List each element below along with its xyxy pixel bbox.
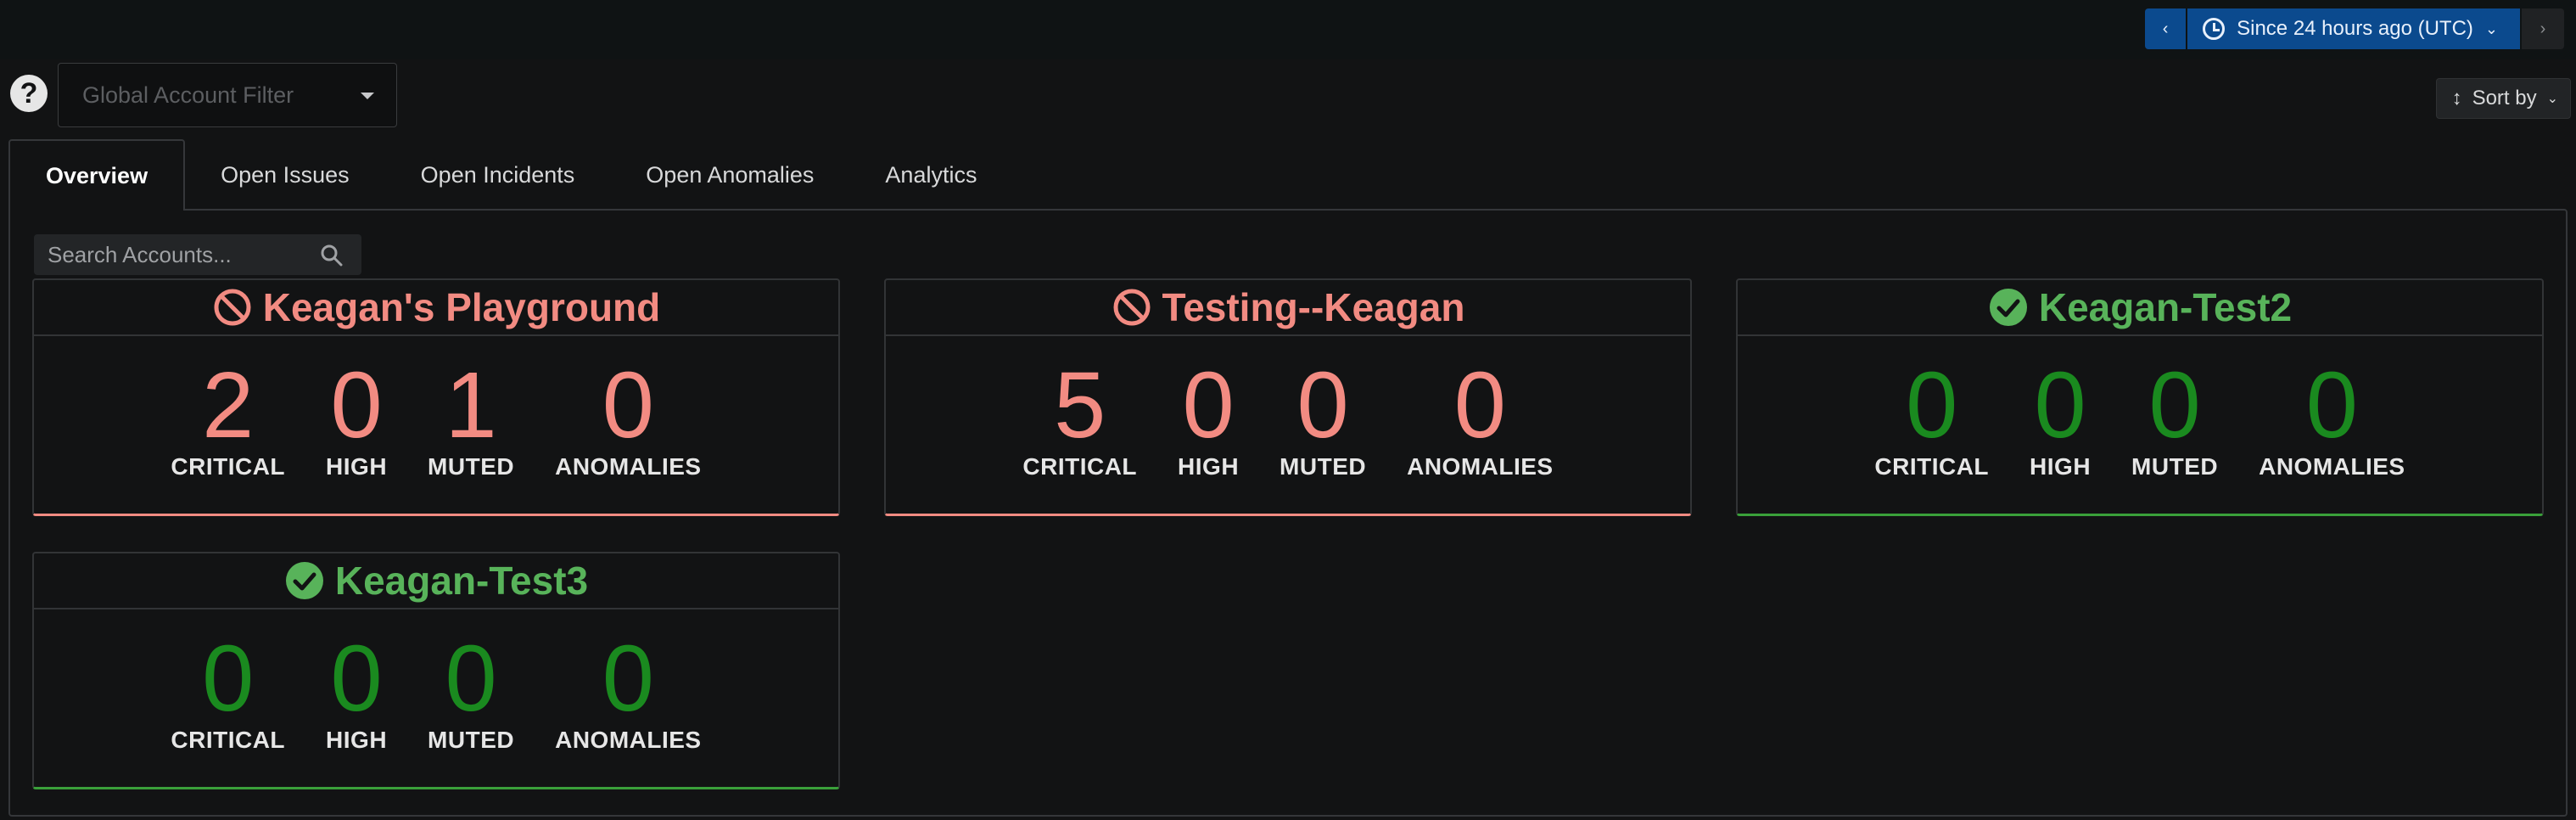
account-card[interactable]: Keagan-Test3 0 CRITICAL 0 HIGH 0 MUTED 0 ANO…: [32, 552, 840, 789]
tab-open-incidents[interactable]: Open Incidents: [385, 139, 611, 211]
account-card-title: Keagan-Test2: [1738, 280, 2542, 336]
tab-bar: Overview Open Issues Open Incidents Open…: [8, 139, 1012, 211]
time-range-picker: ‹ Since 24 hours ago (UTC) ⌄ ›: [2145, 8, 2564, 49]
stat-anomalies: 0 ANOMALIES: [555, 626, 702, 754]
time-range-label: Since 24 hours ago (UTC): [2237, 17, 2473, 40]
stat-high: 0 HIGH: [1178, 353, 1240, 480]
tab-open-anomalies[interactable]: Open Anomalies: [610, 139, 849, 211]
account-name: Keagan-Test2: [2038, 285, 2293, 329]
time-next-button[interactable]: ›: [2522, 8, 2564, 49]
account-name: Keagan-Test3: [334, 559, 589, 603]
stat-high: 0 HIGH: [2030, 353, 2092, 480]
tab-analytics[interactable]: Analytics: [849, 139, 1012, 211]
stat-critical: 0 CRITICAL: [171, 626, 286, 754]
stat-critical: 5 CRITICAL: [1022, 353, 1138, 480]
stat-muted: 0 MUTED: [428, 626, 515, 754]
blocked-icon: [214, 289, 251, 326]
clock-icon: [2203, 18, 2226, 40]
stat-anomalies: 0 ANOMALIES: [2259, 353, 2405, 480]
stat-high: 0 HIGH: [326, 353, 388, 480]
account-card-title: Keagan-Test3: [34, 553, 838, 609]
chevron-down-icon: ⌄: [2484, 20, 2498, 37]
account-name: Testing--Keagan: [1162, 285, 1465, 329]
chevron-down-icon: ⌄: [2546, 92, 2558, 106]
stat-critical: 0 CRITICAL: [1874, 353, 1990, 480]
check-circle-icon: [285, 562, 323, 599]
stat-muted: 0 MUTED: [1280, 353, 1367, 480]
search-accounts[interactable]: [34, 234, 361, 275]
blocked-icon: [1113, 289, 1151, 326]
account-card-title: Keagan's Playground: [34, 280, 838, 336]
account-name: Keagan's Playground: [262, 285, 661, 329]
tab-overview[interactable]: Overview: [8, 139, 186, 211]
search-icon[interactable]: [321, 244, 343, 267]
top-bar: ‹ Since 24 hours ago (UTC) ⌄ ›: [0, 0, 2576, 59]
chevron-left-icon: ‹: [2162, 19, 2169, 38]
stat-anomalies: 0 ANOMALIES: [1407, 353, 1554, 480]
account-card[interactable]: Testing--Keagan 5 CRITICAL 0 HIGH 0 MUTED 0…: [884, 278, 1692, 516]
time-prev-button[interactable]: ‹: [2145, 8, 2187, 49]
caret-down-icon[interactable]: [361, 93, 374, 99]
account-card-title: Testing--Keagan: [886, 280, 1690, 336]
sort-by-label: Sort by: [2472, 87, 2537, 110]
search-input[interactable]: [48, 241, 319, 268]
stat-anomalies: 0 ANOMALIES: [555, 353, 702, 480]
tab-open-issues[interactable]: Open Issues: [185, 139, 385, 211]
time-range-button[interactable]: Since 24 hours ago (UTC) ⌄: [2187, 8, 2520, 49]
chevron-right-icon: ›: [2540, 19, 2546, 38]
check-circle-icon: [1989, 289, 2027, 326]
stat-high: 0 HIGH: [326, 626, 388, 754]
sort-by-button[interactable]: ↕ Sort by ⌄: [2435, 78, 2571, 119]
account-card[interactable]: Keagan-Test2 0 CRITICAL 0 HIGH 0 MUTED 0 ANO…: [1736, 278, 2544, 516]
help-icon[interactable]: ?: [10, 75, 48, 112]
sort-arrows-icon: ↕: [2451, 87, 2462, 110]
account-card[interactable]: Keagan's Playground 2 CRITICAL 0 HIGH 1 MUT…: [32, 278, 840, 516]
stat-critical: 2 CRITICAL: [171, 353, 286, 480]
account-filter-input[interactable]: [82, 81, 337, 109]
stat-muted: 1 MUTED: [428, 353, 515, 480]
stat-muted: 0 MUTED: [2131, 353, 2219, 480]
global-account-filter[interactable]: [58, 63, 397, 127]
